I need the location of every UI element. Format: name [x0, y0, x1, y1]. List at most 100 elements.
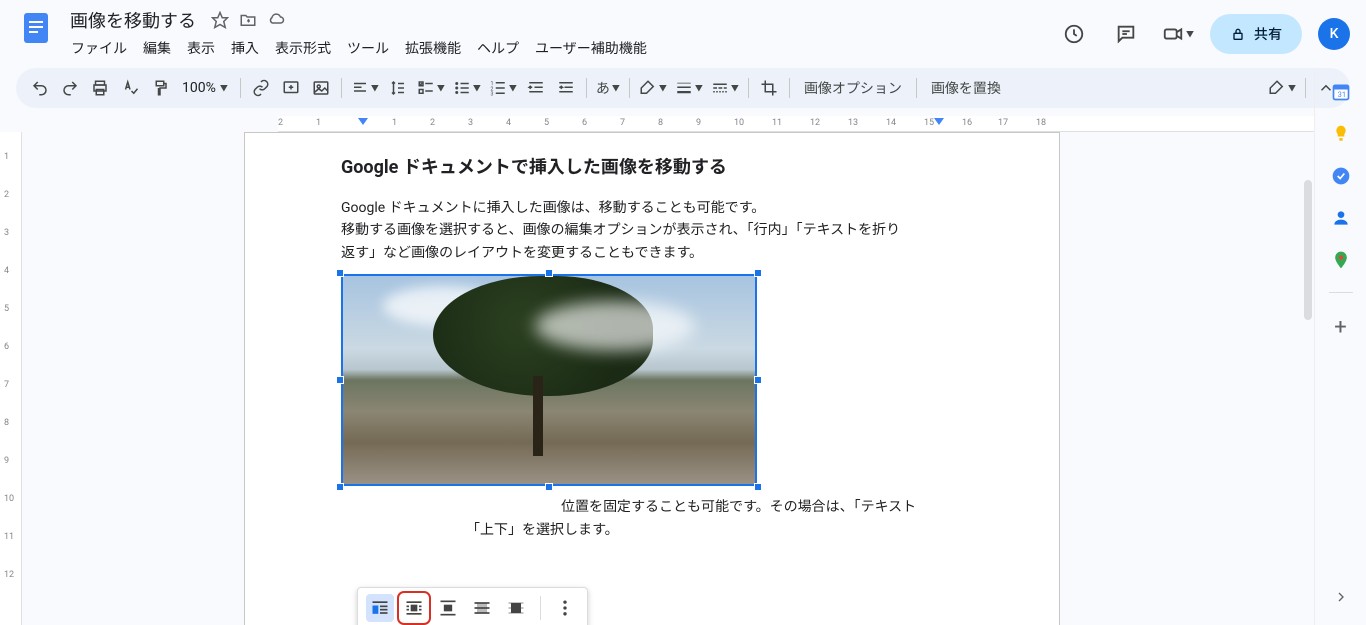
document-canvas[interactable]: Google ドキュメントで挿入した画像を移動する Google ドキュメントに…: [22, 132, 1314, 625]
ruler-tick: 14: [886, 118, 896, 128]
menubar: ファイル 編集 表示 挿入 表示形式 ツール 拡張機能 ヘルプ ユーザー補助機能: [64, 34, 1054, 62]
menu-tools[interactable]: ツール: [340, 34, 396, 62]
resize-handle-bm[interactable]: [545, 483, 553, 491]
scrollbar-thumb[interactable]: [1304, 180, 1312, 320]
docs-app-icon[interactable]: [16, 8, 56, 48]
ruler-tick: 5: [544, 118, 549, 128]
layout-behind-text-button[interactable]: [468, 594, 496, 622]
indent-marker[interactable]: [358, 118, 368, 125]
image-options-button[interactable]: 画像オプション: [796, 78, 910, 98]
crop-button[interactable]: [755, 74, 783, 102]
keep-icon[interactable]: [1331, 124, 1351, 144]
ruler-tick: 8: [658, 118, 663, 128]
menu-insert[interactable]: 挿入: [224, 34, 266, 62]
ruler-tick: 7: [4, 380, 9, 390]
contacts-icon[interactable]: [1331, 208, 1351, 228]
menu-edit[interactable]: 編集: [136, 34, 178, 62]
star-icon[interactable]: [210, 10, 230, 30]
ruler-tick: 2: [4, 190, 9, 200]
menu-format[interactable]: 表示形式: [268, 34, 338, 62]
border-color-button[interactable]: ▼: [636, 74, 670, 102]
link-button[interactable]: [247, 74, 275, 102]
print-button[interactable]: [86, 74, 114, 102]
ruler-tick: 11: [772, 118, 782, 128]
document-heading[interactable]: Google ドキュメントで挿入した画像を移動する: [341, 153, 963, 179]
checklist-button[interactable]: ▼: [414, 74, 448, 102]
layout-break-text-button[interactable]: [434, 594, 462, 622]
menu-view[interactable]: 表示: [180, 34, 222, 62]
numbered-list-button[interactable]: 123▼: [486, 74, 520, 102]
paragraph-line[interactable]: 移動する画像を選択すると、画像の編集オプションが表示され、「行内」「テキストを折…: [341, 219, 963, 241]
layout-inline-button[interactable]: [366, 594, 394, 622]
ruler-tick: 2: [430, 118, 435, 128]
resize-handle-ml[interactable]: [336, 376, 344, 384]
separator: [1329, 292, 1353, 293]
ruler-tick: 3: [468, 118, 473, 128]
paint-format-button[interactable]: [146, 74, 174, 102]
border-weight-button[interactable]: ▼: [672, 74, 706, 102]
paragraph-line[interactable]: 返す」など画像のレイアウトを変更することもできます。: [341, 242, 963, 264]
maps-icon[interactable]: [1331, 250, 1351, 270]
insert-image-button[interactable]: [307, 74, 335, 102]
spellcheck-button[interactable]: [116, 74, 144, 102]
svg-text:31: 31: [1337, 90, 1345, 99]
resize-handle-tm[interactable]: [545, 269, 553, 277]
menu-file[interactable]: ファイル: [64, 34, 134, 62]
menu-accessibility[interactable]: ユーザー補助機能: [528, 34, 654, 62]
paragraph-line[interactable]: Google ドキュメントに挿入した画像は、移動することも可能です。: [341, 197, 963, 219]
page[interactable]: Google ドキュメントで挿入した画像を移動する Google ドキュメントに…: [244, 132, 1060, 625]
move-to-folder-icon[interactable]: [238, 10, 258, 30]
ruler-tick: 12: [4, 570, 14, 580]
svg-text:3: 3: [490, 92, 493, 98]
lock-icon: [1230, 26, 1246, 42]
editing-mode-button[interactable]: ▼: [1265, 74, 1299, 102]
ruler-tick: 1: [4, 152, 9, 162]
vertical-ruler[interactable]: 1 2 3 4 5 6 7 8 9 10 11 12: [0, 132, 22, 625]
ruler-tick: 16: [962, 118, 972, 128]
layout-more-options-button[interactable]: [551, 594, 579, 622]
bulleted-list-button[interactable]: ▼: [450, 74, 484, 102]
meet-icon[interactable]: ▼: [1158, 14, 1198, 54]
menu-help[interactable]: ヘルプ: [470, 34, 526, 62]
layout-in-front-button[interactable]: [502, 594, 530, 622]
undo-button[interactable]: [26, 74, 54, 102]
cloud-status-icon[interactable]: [266, 10, 286, 30]
redo-button[interactable]: [56, 74, 84, 102]
horizontal-ruler[interactable]: 2 1 1 2 3 4 5 6 7 8 9 10 11 12 13 14 15 …: [278, 116, 1314, 132]
add-addon-button[interactable]: +: [1334, 315, 1346, 340]
comment-icon[interactable]: [1106, 14, 1146, 54]
editor: 2 1 1 2 3 4 5 6 7 8 9 10 11 12 13 14 15 …: [0, 116, 1314, 625]
paragraph-line[interactable]: 「上下」を選択します。: [341, 519, 963, 541]
calendar-icon[interactable]: 31: [1331, 82, 1351, 102]
resize-handle-bl[interactable]: [336, 483, 344, 491]
document-title[interactable]: 画像を移動する: [64, 5, 202, 35]
zoom-value: 100%: [182, 80, 216, 96]
avatar[interactable]: K: [1318, 18, 1350, 50]
resize-handle-mr[interactable]: [754, 376, 762, 384]
separator: [1305, 78, 1306, 98]
right-indent-marker[interactable]: [934, 118, 944, 125]
resize-handle-tl[interactable]: [336, 269, 344, 277]
selected-image[interactable]: [341, 274, 757, 486]
layout-wrap-text-button[interactable]: [400, 594, 428, 622]
line-spacing-button[interactable]: [384, 74, 412, 102]
hide-side-panel-button[interactable]: [1333, 589, 1349, 609]
ruler-tick: 12: [810, 118, 820, 128]
menu-extensions[interactable]: 拡張機能: [398, 34, 468, 62]
history-icon[interactable]: [1054, 14, 1094, 54]
add-comment-button[interactable]: [277, 74, 305, 102]
border-dash-button[interactable]: ▼: [708, 74, 742, 102]
replace-image-button[interactable]: 画像を置換: [923, 78, 1009, 98]
resize-handle-br[interactable]: [754, 483, 762, 491]
paragraph-line[interactable]: 位置を固定することも可能です。その場合は、「テキスト: [341, 496, 963, 518]
zoom-dropdown[interactable]: 100%▼: [176, 80, 234, 96]
input-tools-button[interactable]: あ▼: [593, 74, 623, 102]
tasks-icon[interactable]: [1331, 166, 1351, 186]
ruler-tick: 8: [4, 418, 9, 428]
increase-indent-button[interactable]: [552, 74, 580, 102]
resize-handle-tr[interactable]: [754, 269, 762, 277]
align-button[interactable]: ▼: [348, 74, 382, 102]
share-button[interactable]: 共有: [1210, 14, 1302, 54]
decrease-indent-button[interactable]: [522, 74, 550, 102]
ruler-tick: 9: [4, 456, 9, 466]
